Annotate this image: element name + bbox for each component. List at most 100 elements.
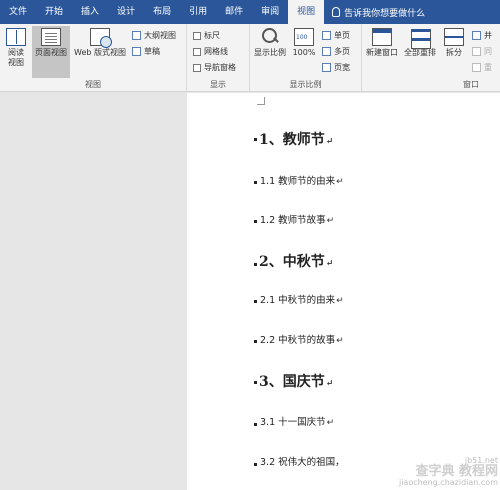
outline-button[interactable]: 大纲视图 (132, 30, 176, 41)
draft-icon (132, 47, 141, 56)
paragraph-bullet (254, 220, 257, 223)
zoom-group-label: 显示比例 (289, 80, 322, 89)
one-page-button[interactable]: 单页 (322, 30, 350, 41)
gridlines-check-icon (193, 47, 201, 56)
split-button[interactable]: 拆分 (442, 28, 466, 58)
paragraph-bullet (254, 381, 257, 384)
heading-1[interactable]: 1、教师节↵ (259, 129, 333, 149)
zoom-100-button[interactable]: 100% (290, 28, 318, 58)
page-width-label: 页宽 (334, 63, 350, 72)
multi-page-label: 多页 (334, 47, 350, 56)
tell-me-text: 告诉我你想要做什么 (344, 8, 426, 19)
web-layout-button[interactable]: Web 版式视图 (72, 28, 128, 58)
document-page[interactable]: 1、教师节↵ 1.1 教师节的由来↵ 1.2 教师节故事↵ 2、中秋节↵ 2.1… (187, 93, 500, 490)
page-width-button[interactable]: 页宽 (322, 62, 350, 73)
zoom-label: 显示比例 (254, 48, 286, 57)
lightbulb-icon (332, 7, 341, 17)
paragraph-bullet (254, 463, 257, 466)
nav-pane-label: 导航窗格 (204, 63, 236, 72)
paragraph-bullet (254, 300, 257, 303)
tab-mailings[interactable]: 邮件 (216, 0, 252, 24)
heading-3-1[interactable]: 3.1 十一国庆节↵ (260, 414, 334, 428)
web-globe-icon (90, 28, 112, 48)
watermark: jb51.net 查字典 教程网 jiaocheng.chazidian.com (399, 455, 498, 488)
show-group-label: 显示 (210, 80, 226, 89)
zoom-100-label: 100% (292, 48, 316, 57)
multi-page-button[interactable]: 多页 (322, 46, 350, 57)
paragraph-bullet (254, 340, 257, 343)
print-layout-label: 页面视图 (35, 48, 67, 57)
zoom-button[interactable]: 显示比例 (252, 28, 288, 58)
tab-layout[interactable]: 布局 (144, 0, 180, 24)
multi-page-icon (322, 47, 331, 56)
page-icon (41, 28, 61, 46)
nav-pane-checkbox[interactable]: 导航窗格 (193, 62, 236, 73)
gridlines-checkbox[interactable]: 网格线 (193, 46, 228, 57)
split-label: 拆分 (446, 48, 462, 57)
tab-file[interactable]: 文件 (0, 0, 36, 24)
reset-position-icon (472, 63, 481, 72)
paragraph-bullet (254, 138, 257, 141)
outline-icon (132, 31, 141, 40)
arrange-all-button[interactable]: 全部重排 (402, 28, 438, 58)
reset-position-button[interactable]: 重 (472, 62, 492, 73)
ruler-checkbox[interactable]: 标尺 (193, 30, 220, 41)
read-mode-label: 阅读 视图 (8, 48, 24, 67)
heading-3[interactable]: 3、国庆节↵ (259, 371, 333, 391)
split-icon (444, 28, 464, 46)
one-page-label: 单页 (334, 31, 350, 40)
show-group: 标尺 网格线 导航窗格 显示 (187, 24, 250, 92)
tell-me-box[interactable]: 告诉我你想要做什么 (332, 6, 425, 19)
paragraph-bullet (254, 423, 257, 426)
book-icon (6, 28, 26, 46)
heading-3-2[interactable]: 3.2 祝伟大的祖国， (260, 454, 345, 468)
zoom-group: 显示比例 100% 单页 多页 页宽 显示比例 (250, 24, 362, 92)
side-by-side-icon (472, 31, 481, 40)
read-mode-button[interactable]: 阅读 视图 (3, 28, 29, 68)
heading-1-1[interactable]: 1.1 教师节的由来↵ (260, 173, 344, 187)
new-window-button[interactable]: 新建窗口 (364, 28, 400, 58)
ruler-check-icon (193, 31, 201, 40)
watermark-url: jiaocheng.chazidian.com (398, 478, 498, 487)
margin-corner-mark (257, 97, 265, 105)
side-by-side-label: 并 (484, 31, 492, 40)
tab-design[interactable]: 设计 (108, 0, 144, 24)
window-group: 新建窗口 全部重排 拆分 并 同 重 窗口 (362, 24, 500, 92)
ruler-label: 标尺 (204, 31, 220, 40)
tab-home[interactable]: 开始 (36, 0, 72, 24)
heading-2[interactable]: 2、中秋节↵ (259, 251, 333, 271)
print-layout-button[interactable]: 页面视图 (32, 26, 70, 78)
arrange-all-icon (410, 28, 431, 49)
outline-label: 大纲视图 (144, 31, 176, 40)
magnifier-icon (260, 28, 280, 46)
hundred-percent-icon (294, 28, 314, 46)
heading-2-1[interactable]: 2.1 中秋节的由来↵ (260, 292, 344, 306)
views-group: 阅读 视图 页面视图 Web 版式视图 大纲视图 草稿 视图 (0, 24, 187, 92)
page-width-icon (322, 63, 331, 72)
new-window-icon (372, 28, 392, 46)
tab-view[interactable]: 视图 (288, 0, 325, 24)
one-page-icon (322, 31, 331, 40)
window-group-label: 窗口 (463, 80, 479, 89)
paragraph-bullet (254, 181, 257, 184)
reset-position-label: 重 (484, 63, 492, 72)
nav-pane-check-icon (193, 63, 201, 72)
tab-review[interactable]: 审阅 (252, 0, 288, 24)
arrange-all-label: 全部重排 (404, 48, 436, 57)
heading-2-2[interactable]: 2.2 中秋节的故事↵ (260, 332, 344, 346)
paragraph-bullet (254, 263, 257, 266)
draft-label: 草稿 (144, 47, 160, 56)
heading-1-2[interactable]: 1.2 教师节故事↵ (260, 212, 334, 226)
gridlines-label: 网格线 (204, 47, 228, 56)
workspace-gray-area (0, 93, 187, 490)
sync-scroll-label: 同 (484, 47, 492, 56)
sync-scroll-button[interactable]: 同 (472, 46, 492, 57)
tab-insert[interactable]: 插入 (72, 0, 108, 24)
draft-button[interactable]: 草稿 (132, 46, 160, 57)
side-by-side-button[interactable]: 并 (472, 30, 492, 41)
ribbon: 阅读 视图 页面视图 Web 版式视图 大纲视图 草稿 视图 标尺 网格线 导航… (0, 24, 500, 92)
ribbon-tab-bar: 文件 开始 插入 设计 布局 引用 邮件 审阅 视图 告诉我你想要做什么 (0, 0, 500, 24)
tab-references[interactable]: 引用 (180, 0, 216, 24)
watermark-title: 查字典 教程网 (415, 464, 498, 479)
web-layout-label: Web 版式视图 (74, 48, 126, 57)
